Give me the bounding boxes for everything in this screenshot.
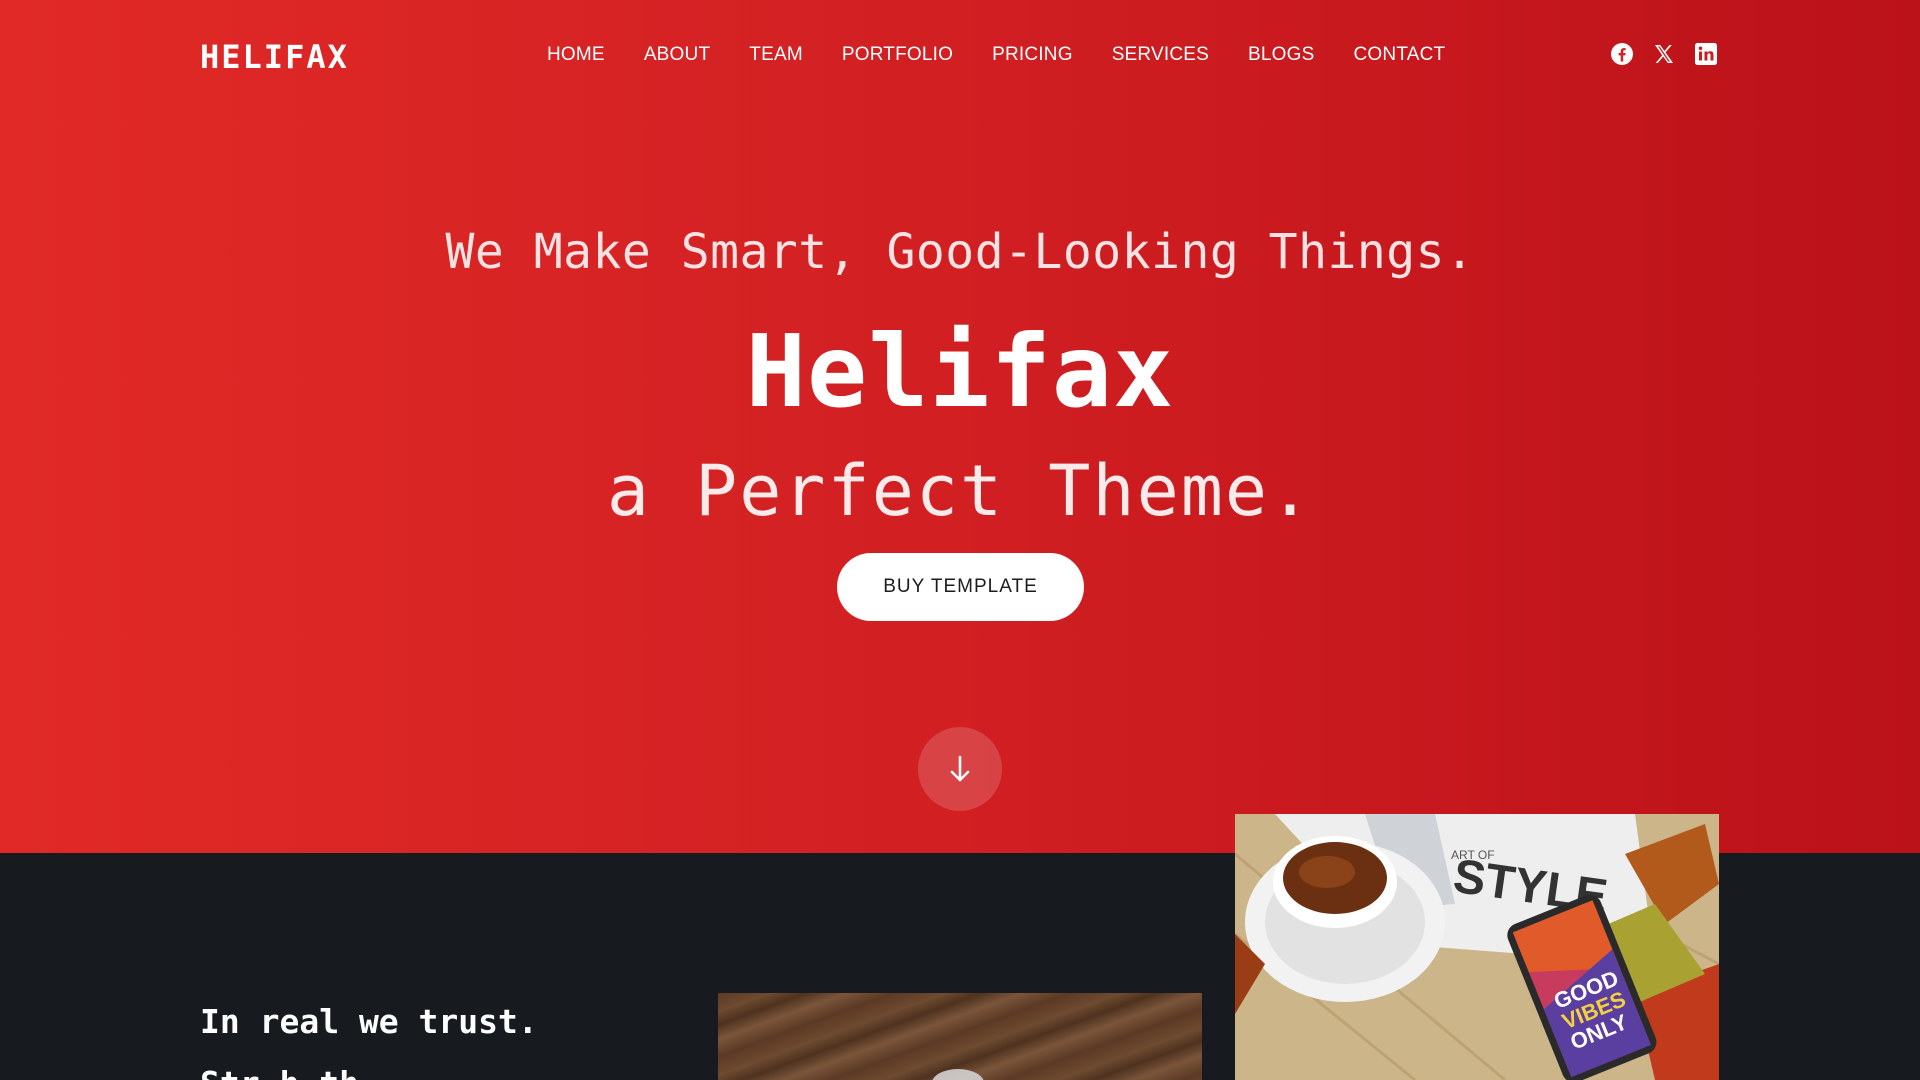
linkedin-icon[interactable] bbox=[1694, 42, 1718, 66]
nav-portfolio[interactable]: PORTFOLIO bbox=[842, 44, 953, 66]
about-heading-second-line: Str h th bbox=[200, 1064, 359, 1080]
hero-tagline: We Make Smart, Good-Looking Things. bbox=[445, 224, 1475, 280]
scroll-down-button[interactable] bbox=[918, 727, 1002, 811]
nav-contact[interactable]: CONTACT bbox=[1354, 44, 1446, 66]
tea-magazine-photo: ART OF STYLE GOOD VIBES ONLY bbox=[1235, 814, 1719, 1080]
nav-blogs[interactable]: BLOGS bbox=[1248, 44, 1314, 66]
nav-about[interactable]: ABOUT bbox=[644, 44, 710, 66]
nav-pricing[interactable]: PRICING bbox=[992, 44, 1073, 66]
site-logo[interactable]: HELIFAX bbox=[200, 38, 349, 76]
x-icon[interactable] bbox=[1652, 42, 1676, 66]
nav-services[interactable]: SERVICES bbox=[1112, 44, 1209, 66]
hero-brand-title: Helifax bbox=[745, 313, 1175, 430]
hero-section: HELIFAX HOME ABOUT TEAM PORTFOLIO PRICIN… bbox=[0, 0, 1920, 853]
nav-home[interactable]: HOME bbox=[547, 44, 605, 66]
social-links bbox=[1610, 42, 1718, 66]
wood-table-photo bbox=[718, 993, 1202, 1080]
nav-team[interactable]: TEAM bbox=[749, 44, 803, 66]
arrow-down-icon bbox=[950, 755, 970, 782]
hero-subtitle: a Perfect Theme. bbox=[606, 450, 1314, 532]
buy-template-button[interactable]: BUY TEMPLATE bbox=[837, 553, 1084, 621]
facebook-icon[interactable] bbox=[1610, 42, 1634, 66]
about-heading: In real we trust. bbox=[200, 1002, 538, 1041]
top-navbar: HELIFAX HOME ABOUT TEAM PORTFOLIO PRICIN… bbox=[0, 0, 1920, 112]
main-menu: HOME ABOUT TEAM PORTFOLIO PRICING SERVIC… bbox=[547, 44, 1445, 66]
